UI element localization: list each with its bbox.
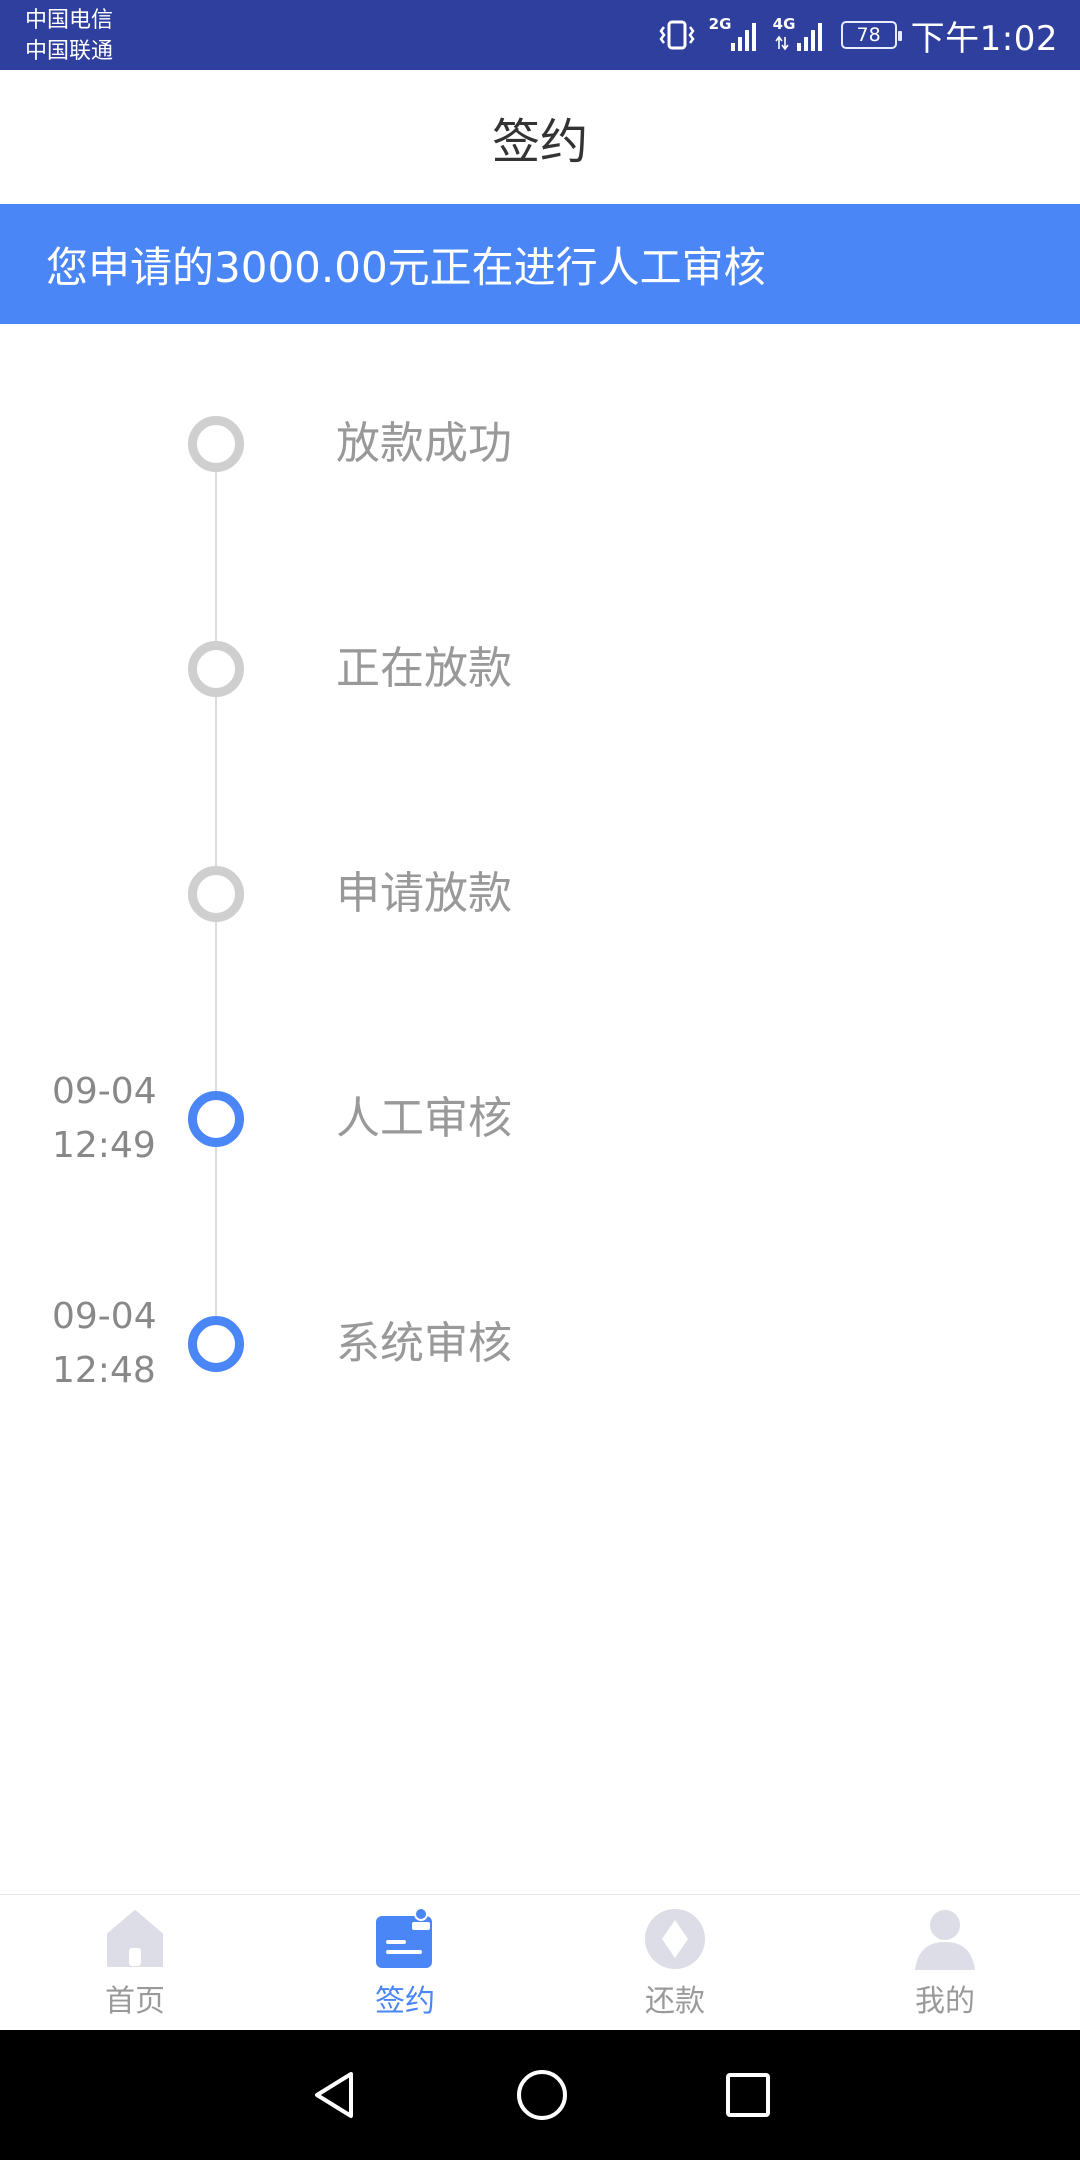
signal-4g-icon: 4G — [773, 15, 829, 53]
screen: 中国电信 中国联通 2G 4G 78 下午1:02 签约 您申请的3000.00… — [0, 0, 1080, 2160]
timeline-step-disbursing: 正在放款 — [0, 613, 1080, 733]
system-nav-bar — [0, 2030, 1080, 2160]
step-time: 12:49 — [52, 1125, 156, 1166]
vibrate-icon — [657, 18, 697, 52]
step-label: 申请放款 — [336, 868, 512, 919]
step-status-dot — [188, 866, 244, 922]
repay-icon — [645, 1909, 705, 1969]
nav-item-profile[interactable]: 我的 — [810, 1895, 1080, 2031]
battery-level: 78 — [856, 24, 881, 46]
step-timestamp: 09-04 12:49 — [52, 1065, 157, 1173]
nav-label: 签约 — [375, 1984, 435, 2019]
nav-label: 我的 — [915, 1984, 975, 2019]
status-right: 2G 4G 78 下午1:02 — [657, 0, 1058, 70]
timeline-step-loan-success: 放款成功 — [0, 388, 1080, 508]
review-status-banner: 您申请的3000.00元正在进行人工审核 — [0, 204, 1080, 324]
step-label: 放款成功 — [336, 418, 512, 469]
step-timestamp: 09-04 12:48 — [52, 1290, 157, 1398]
sign-contract-icon — [376, 1907, 432, 1968]
step-status-dot — [188, 641, 244, 697]
carrier-info: 中国电信 中国联通 — [25, 5, 113, 67]
step-label: 人工审核 — [336, 1093, 512, 1144]
timeline-step-manual-review: 09-04 12:49 人工审核 — [0, 1063, 1080, 1183]
step-date: 09-04 — [52, 1296, 157, 1337]
carrier-2: 中国联通 — [25, 39, 114, 64]
home-icon — [107, 1910, 163, 1967]
home-circle-icon[interactable] — [514, 2067, 570, 2123]
signal-2g-icon: 2G — [709, 15, 761, 53]
status-bar: 中国电信 中国联通 2G 4G 78 下午1:02 — [0, 0, 1080, 70]
carrier-1: 中国电信 — [25, 8, 114, 33]
nav-item-sign[interactable]: 签约 — [270, 1895, 540, 2031]
step-status-dot — [188, 1316, 244, 1372]
progress-timeline: 放款成功 正在放款 申请放款 09-04 12:49 人工审核 09-04 12… — [0, 324, 1080, 1391]
profile-icon — [915, 1910, 975, 1970]
step-label: 系统审核 — [336, 1318, 512, 1369]
page-title: 签约 — [491, 114, 588, 170]
step-time: 12:48 — [52, 1350, 156, 1391]
recents-icon[interactable] — [723, 2070, 773, 2120]
nav-label: 还款 — [645, 1984, 705, 2019]
timeline-step-system-review: 09-04 12:48 系统审核 — [0, 1288, 1080, 1408]
nav-item-home[interactable]: 首页 — [0, 1895, 270, 2031]
banner-text: 您申请的3000.00元正在进行人工审核 — [46, 242, 766, 292]
header-bar: 签约 — [0, 70, 1080, 205]
status-icons: 2G 4G 78 — [657, 15, 902, 53]
nav-label: 首页 — [105, 1984, 165, 2019]
bottom-nav: 首页 签约 还款 我的 — [0, 1894, 1080, 2031]
back-icon[interactable] — [307, 2068, 361, 2122]
step-label: 正在放款 — [336, 643, 512, 694]
step-status-dot — [188, 1091, 244, 1147]
nav-item-repay[interactable]: 还款 — [540, 1895, 810, 2031]
timeline-step-apply-disbursement: 申请放款 — [0, 838, 1080, 958]
battery-icon: 78 — [840, 21, 902, 49]
step-status-dot — [188, 416, 244, 472]
step-date: 09-04 — [52, 1071, 157, 1112]
status-time: 下午1:02 — [910, 18, 1058, 59]
